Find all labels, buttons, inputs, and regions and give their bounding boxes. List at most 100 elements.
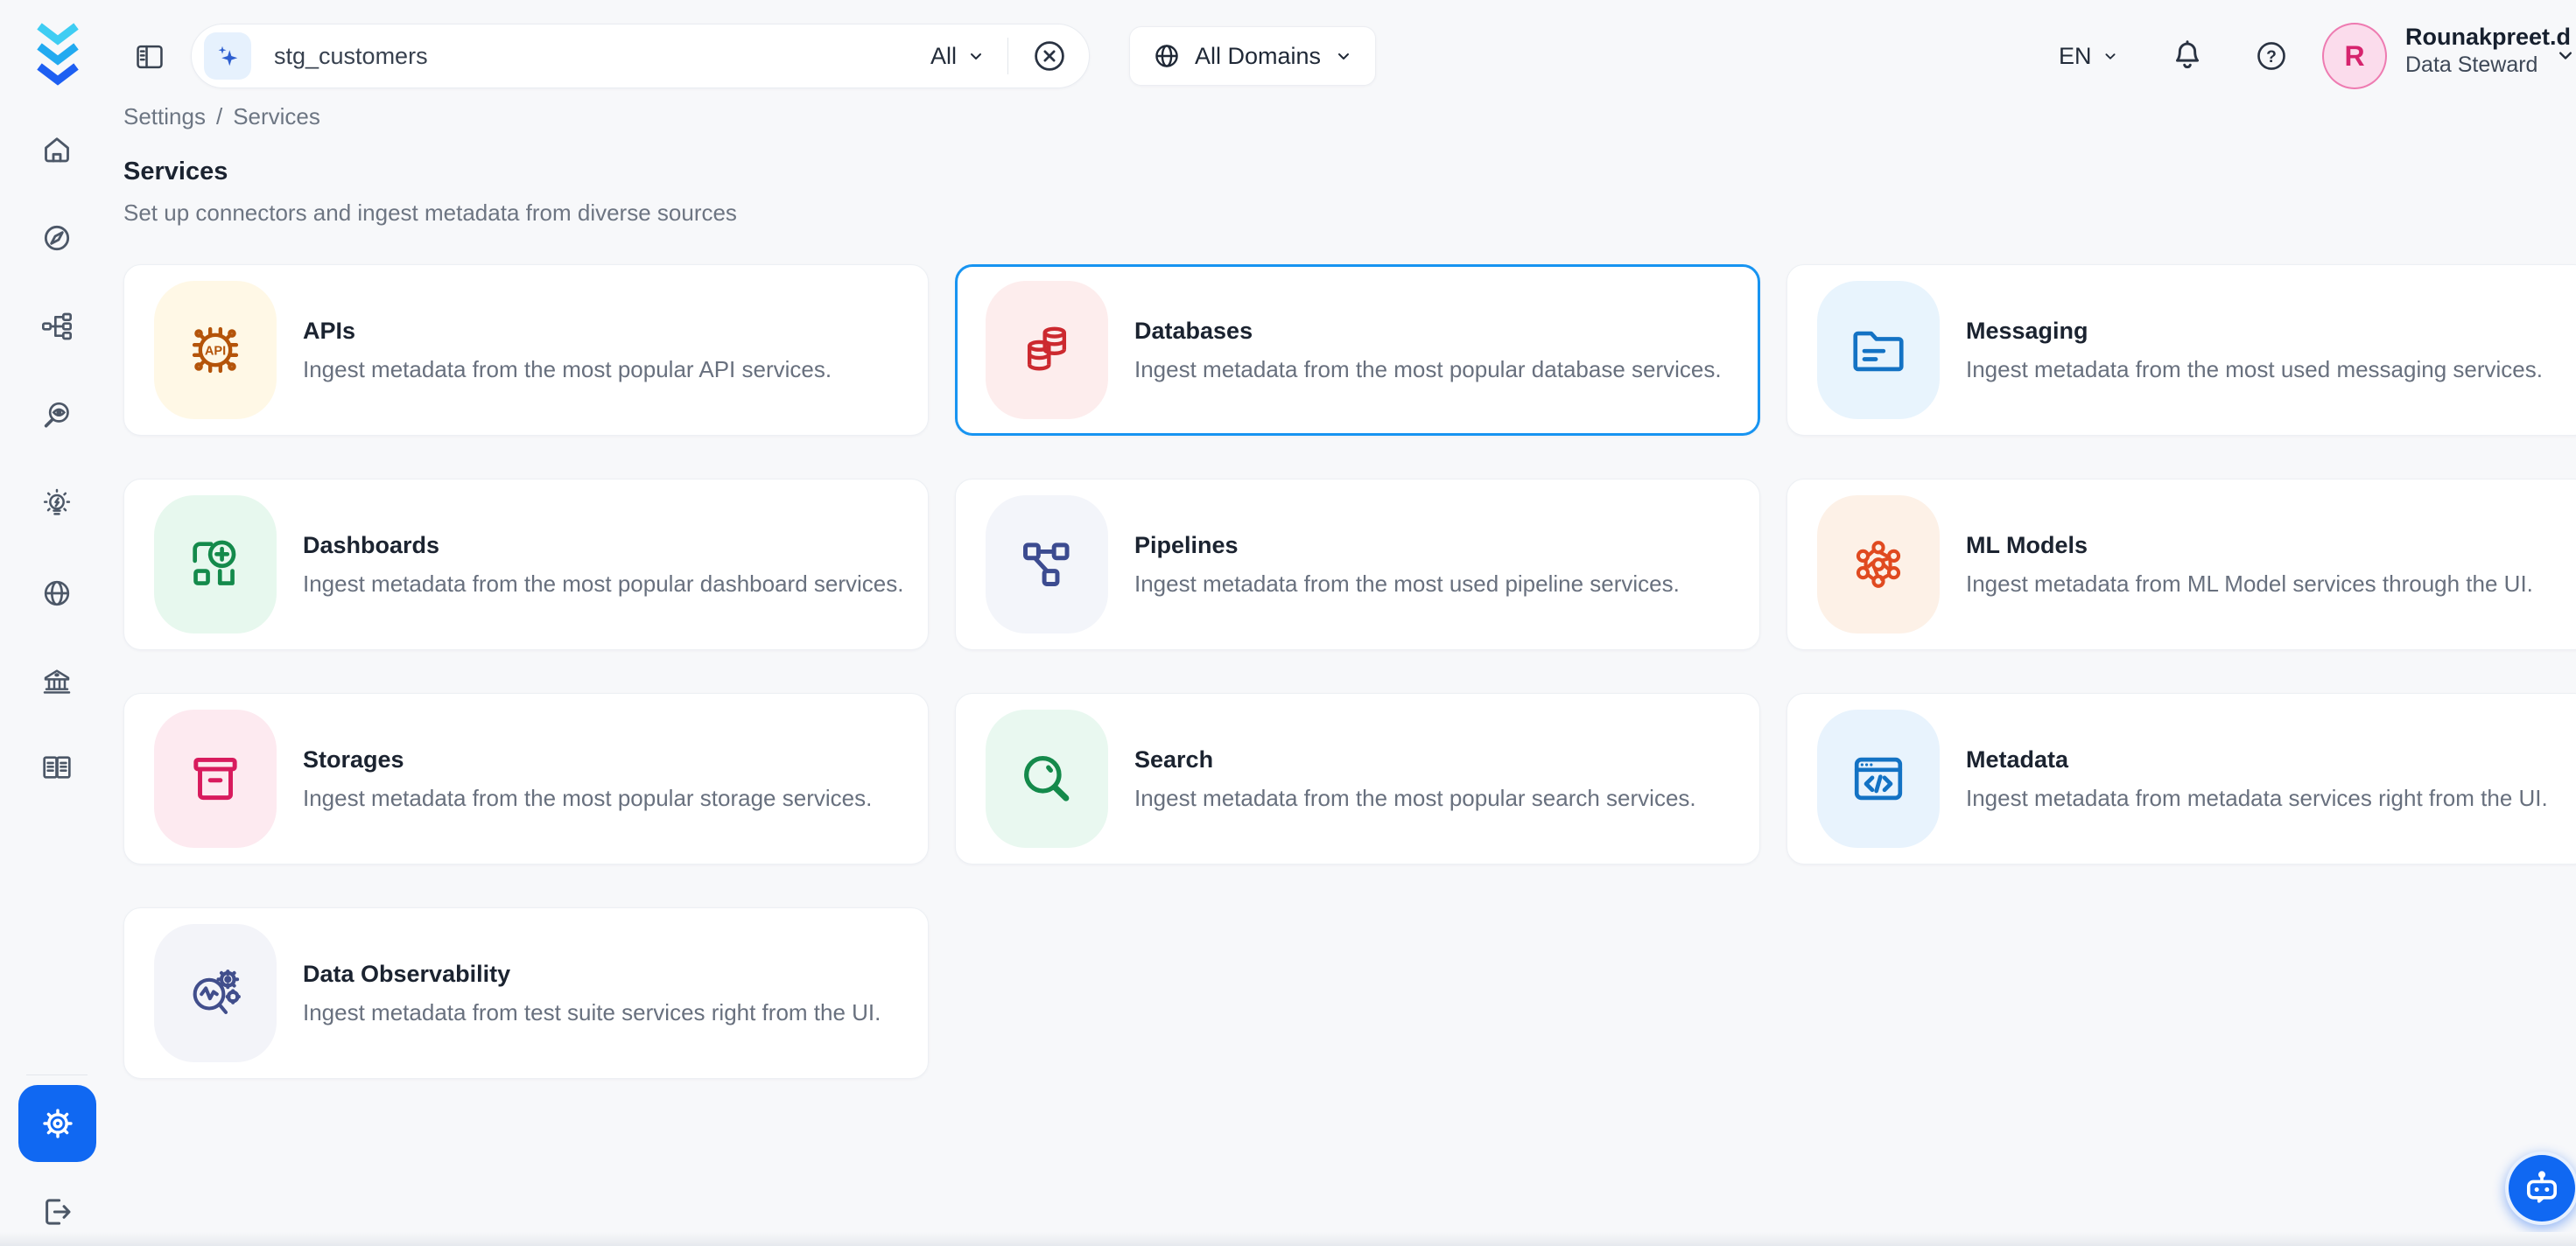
language-selector[interactable]: EN	[2059, 35, 2120, 77]
layers-logo-icon	[29, 19, 87, 86]
chevron-down-icon	[1333, 46, 1354, 66]
services-grid: APIs Ingest metadata from the most popul…	[123, 264, 2576, 1079]
service-card-search[interactable]: Search Ingest metadata from the most pop…	[955, 693, 1760, 864]
sidebar-item-explore[interactable]	[32, 214, 81, 262]
breadcrumb-settings[interactable]: Settings	[123, 103, 206, 130]
domain-selector[interactable]: All Domains	[1129, 26, 1376, 86]
search-scope-label: All	[930, 43, 957, 70]
data-observability-icon	[185, 962, 246, 1024]
clear-search-button[interactable]	[1029, 36, 1070, 76]
service-card-data-observability[interactable]: Data Observability Ingest metadata from …	[123, 907, 929, 1079]
bell-icon	[2168, 37, 2207, 75]
service-icon-tile	[1817, 495, 1940, 634]
glossary-book-icon	[39, 750, 74, 785]
global-search-bar: All	[191, 24, 1090, 88]
service-card-description: Ingest metadata from ML Model services t…	[1966, 570, 2533, 598]
service-icon-tile	[154, 924, 277, 1062]
service-card-description: Ingest metadata from test suite services…	[303, 999, 881, 1026]
insights-lightbulb-icon	[39, 486, 74, 522]
globe-icon	[1151, 40, 1183, 72]
service-card-apis[interactable]: APIs Ingest metadata from the most popul…	[123, 264, 929, 436]
language-label: EN	[2059, 43, 2092, 70]
page-title: Services	[123, 158, 228, 186]
service-card-description: Ingest metadata from the most popular se…	[1134, 785, 1696, 812]
user-avatar[interactable]: R	[2322, 23, 2387, 89]
sidebar-divider	[26, 1074, 88, 1075]
settings-gear-icon	[38, 1103, 78, 1144]
sidebar-item-domains[interactable]	[32, 569, 81, 618]
left-sidebar	[0, 0, 114, 1246]
service-icon-tile	[154, 281, 277, 419]
pipelines-icon	[1016, 534, 1077, 595]
explore-compass-icon	[39, 220, 74, 256]
app-logo[interactable]	[29, 19, 87, 86]
sidebar-item-home[interactable]	[32, 125, 81, 174]
sidebar-item-settings-active[interactable]	[18, 1085, 96, 1162]
help-button[interactable]	[2249, 33, 2294, 79]
notifications-button[interactable]	[2165, 33, 2210, 79]
storages-icon	[185, 748, 246, 809]
service-card-description: Ingest metadata from metadata services r…	[1966, 785, 2548, 812]
chevron-down-icon	[2553, 43, 2576, 67]
home-icon	[39, 132, 74, 167]
help-circle-icon	[2253, 38, 2290, 74]
search-divider	[1007, 38, 1008, 74]
breadcrumb-separator: /	[216, 103, 222, 130]
service-card-description: Ingest metadata from the most used messa…	[1966, 356, 2543, 383]
govern-bank-icon	[39, 664, 74, 699]
service-card-title: Storages	[303, 746, 872, 774]
service-card-messaging[interactable]: Messaging Ingest metadata from the most …	[1786, 264, 2576, 436]
breadcrumb: Settings / Services	[123, 103, 320, 130]
panel-layout-icon	[133, 40, 166, 74]
service-icon-tile	[986, 281, 1108, 419]
ai-sparkle-icon[interactable]	[204, 32, 251, 80]
user-name: Rounakpreet.d	[2405, 23, 2554, 51]
sidebar-item-observability[interactable]	[32, 391, 81, 440]
service-card-storages[interactable]: Storages Ingest metadata from the most p…	[123, 693, 929, 864]
service-card-description: Ingest metadata from the most popular da…	[303, 570, 903, 598]
sidebar-item-govern[interactable]	[32, 657, 81, 706]
ml-models-icon	[1848, 534, 1909, 595]
service-card-title: ML Models	[1966, 532, 2533, 559]
search-icon	[1016, 748, 1077, 809]
service-card-title: Pipelines	[1134, 532, 1680, 559]
service-card-ml-models[interactable]: ML Models Ingest metadata from ML Model …	[1786, 479, 2576, 650]
service-card-title: Search	[1134, 746, 1696, 774]
service-icon-tile	[154, 710, 277, 848]
metadata-icon	[1848, 748, 1909, 809]
service-icon-tile	[986, 495, 1108, 634]
search-input[interactable]	[274, 43, 930, 70]
service-card-title: Metadata	[1966, 746, 2548, 774]
dashboards-icon	[185, 534, 246, 595]
domains-globe-icon	[39, 576, 74, 611]
api-icon	[185, 319, 246, 381]
service-card-pipelines[interactable]: Pipelines Ingest metadata from the most …	[955, 479, 1760, 650]
service-card-metadata[interactable]: Metadata Ingest metadata from metadata s…	[1786, 693, 2576, 864]
sidebar-item-data-assets[interactable]	[32, 302, 81, 351]
service-card-dashboards[interactable]: Dashboards Ingest metadata from the most…	[123, 479, 929, 650]
data-flow-icon	[39, 309, 74, 344]
service-card-description: Ingest metadata from the most popular da…	[1134, 356, 1722, 383]
chat-assistant-button[interactable]	[2505, 1152, 2576, 1225]
service-icon-tile	[154, 495, 277, 634]
service-card-title: Databases	[1134, 318, 1722, 345]
service-icon-tile	[1817, 710, 1940, 848]
domain-selector-label: All Domains	[1195, 43, 1321, 70]
service-icon-tile	[1817, 281, 1940, 419]
page-subtitle: Set up connectors and ingest metadata fr…	[123, 200, 737, 227]
databases-icon	[1016, 319, 1077, 381]
avatar-initial: R	[2344, 40, 2364, 73]
breadcrumb-services: Services	[233, 103, 320, 130]
sidebar-toggle-button[interactable]	[131, 38, 168, 75]
user-info[interactable]: Rounakpreet.d Data Steward	[2405, 23, 2554, 79]
service-card-title: Dashboards	[303, 532, 903, 559]
search-scope-dropdown[interactable]: All	[930, 43, 986, 70]
sidebar-item-insights[interactable]	[32, 480, 81, 528]
logout-icon	[39, 1194, 75, 1230]
user-menu-chevron[interactable]	[2552, 42, 2576, 68]
service-card-title: Data Observability	[303, 961, 881, 988]
logout-button[interactable]	[35, 1190, 79, 1234]
chevron-down-icon	[2101, 46, 2120, 66]
sidebar-item-glossary[interactable]	[32, 743, 81, 792]
service-card-databases[interactable]: Databases Ingest metadata from the most …	[955, 264, 1760, 436]
